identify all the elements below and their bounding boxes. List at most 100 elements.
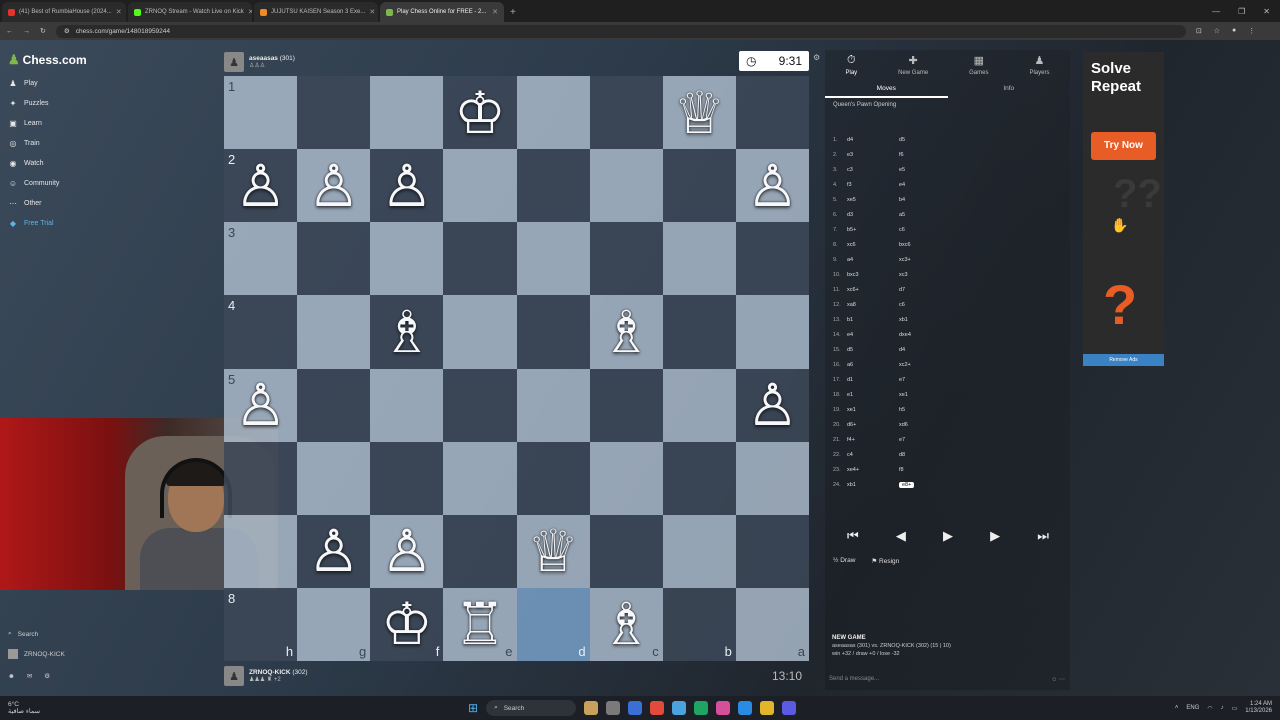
board-square[interactable]	[443, 222, 517, 296]
chess-piece[interactable]: ♙	[235, 376, 287, 434]
board-square[interactable]: d	[516, 587, 590, 661]
chess-piece[interactable]: ♙	[235, 157, 287, 215]
board-square[interactable]: g	[297, 587, 371, 661]
browser-tab[interactable]: JUJUTSU KAISEN Season 3 Exe... ✕	[254, 2, 378, 22]
volume-icon[interactable]: ♪	[1221, 705, 1224, 711]
first-move-icon[interactable]: ⏮	[847, 528, 859, 544]
advertisement[interactable]: Solve Repeat Try Now ?? ✋ ? Remove Ads	[1083, 52, 1164, 366]
white-move[interactable]: xc6	[847, 242, 899, 248]
panel-tab-new-game[interactable]: ✚ New Game	[898, 54, 928, 82]
board-square[interactable]	[516, 441, 590, 515]
resign-button[interactable]: ⚑ Resign	[871, 557, 899, 565]
browser-tab[interactable]: ZRNOQ Stream - Watch Live on Kick ✕	[128, 2, 252, 22]
tab-close-icon[interactable]: ✕	[492, 8, 498, 16]
board-square[interactable]: ♙	[370, 149, 444, 223]
site-info-icon[interactable]: ⚙	[64, 27, 70, 35]
sidebar-item-play[interactable]: ♟ Play	[8, 76, 37, 90]
board-square[interactable]	[224, 514, 298, 588]
white-move[interactable]: xe1	[847, 407, 899, 413]
tab-close-icon[interactable]: ✕	[369, 8, 375, 16]
white-move[interactable]: b1	[847, 317, 899, 323]
chess-piece[interactable]: ♖	[454, 595, 506, 653]
black-move[interactable]: xd6	[899, 422, 959, 428]
sidebar-item-free-trial[interactable]: ◆ Free Trial	[8, 216, 54, 230]
white-move[interactable]: xe4+	[847, 467, 899, 473]
board-square[interactable]	[589, 368, 663, 442]
chess-piece[interactable]: ♗	[381, 303, 433, 361]
board-square[interactable]	[297, 441, 371, 515]
panel-tab-play[interactable]: ⏱ Play	[845, 54, 857, 82]
taskbar-clock[interactable]: 1:24 AM 1/13/2026	[1245, 701, 1272, 715]
tray-chevron-icon[interactable]: ˄	[1175, 705, 1179, 711]
board-square[interactable]	[297, 368, 371, 442]
taskbar-app-icon[interactable]	[738, 701, 753, 715]
black-move[interactable]: f8	[899, 467, 959, 473]
white-move[interactable]: e4	[847, 332, 899, 338]
black-move[interactable]: d7	[899, 287, 959, 293]
board-square[interactable]	[735, 514, 809, 588]
black-move[interactable]: xc3+	[899, 257, 959, 263]
board-square[interactable]	[370, 76, 444, 150]
chess-piece[interactable]: ♙	[746, 376, 798, 434]
board-square[interactable]	[589, 222, 663, 296]
board-square[interactable]: c ♗	[589, 587, 663, 661]
chess-piece[interactable]: ♗	[600, 595, 652, 653]
chess-piece[interactable]: ♕	[527, 522, 579, 580]
black-move[interactable]: xe1	[899, 392, 959, 398]
board-square[interactable]: f ♔	[370, 587, 444, 661]
chess-piece[interactable]: ♙	[308, 157, 360, 215]
black-move[interactable]: c6	[899, 227, 959, 233]
tab-close-icon[interactable]: ✕	[116, 8, 122, 16]
chess-piece[interactable]: ♔	[454, 84, 506, 142]
sidebar-item-watch[interactable]: ◉ Watch	[8, 156, 44, 170]
board-settings-icon[interactable]: ⚙	[813, 53, 820, 62]
chess-piece[interactable]: ♙	[381, 157, 433, 215]
taskbar-app-icon[interactable]	[628, 701, 643, 715]
board-square[interactable]	[443, 368, 517, 442]
new-tab-button[interactable]: +	[504, 7, 522, 22]
black-move[interactable]: e7	[899, 377, 959, 383]
play-icon[interactable]: ▶	[943, 528, 953, 544]
white-move[interactable]: c4	[847, 452, 899, 458]
bottom-player-avatar[interactable]: ♟	[224, 666, 244, 686]
board-square[interactable]	[516, 76, 590, 150]
chess-board[interactable]: 1 ♔ ♕ 2 ♙ ♙ ♙ ♙ 3 4 ♗ ♗ 5 ♙ ♙ ♙ ♙ ♕ 8 h g f ♔ e ♖ d c ♗ b a	[224, 76, 809, 661]
board-square[interactable]	[370, 222, 444, 296]
black-move[interactable]: xb1	[899, 317, 959, 323]
board-square[interactable]	[370, 368, 444, 442]
board-square[interactable]	[370, 441, 444, 515]
close-window-icon[interactable]: ✕	[1263, 7, 1270, 16]
white-move[interactable]: d4	[847, 137, 899, 143]
black-move[interactable]: e4	[899, 182, 959, 188]
tab-close-icon[interactable]: ✕	[248, 8, 252, 16]
black-move[interactable]: d4	[899, 347, 959, 353]
profile-icon[interactable]: ●	[1232, 27, 1236, 35]
draw-button[interactable]: ½ Draw	[833, 557, 855, 565]
chess-piece[interactable]: ♙	[308, 522, 360, 580]
board-square[interactable]	[297, 76, 371, 150]
white-move[interactable]: bxc3	[847, 272, 899, 278]
board-square[interactable]	[443, 441, 517, 515]
board-square[interactable]	[443, 295, 517, 369]
white-move[interactable]: d5	[847, 347, 899, 353]
black-move[interactable]: a5	[899, 212, 959, 218]
taskbar-app-icon[interactable]	[760, 701, 775, 715]
board-square[interactable]	[662, 441, 736, 515]
tray-lang[interactable]: ENG	[1186, 705, 1199, 711]
black-move[interactable]: xc2+	[899, 362, 959, 368]
black-move[interactable]: bxc6	[899, 242, 959, 248]
board-square[interactable]: ♙	[297, 149, 371, 223]
board-square[interactable]	[297, 222, 371, 296]
black-move[interactable]: e5	[899, 167, 959, 173]
reload-icon[interactable]: ↻	[40, 27, 46, 35]
board-square[interactable]: ♕	[516, 514, 590, 588]
install-icon[interactable]: ⊡	[1196, 27, 1202, 35]
board-square[interactable]	[224, 441, 298, 515]
board-square[interactable]	[516, 222, 590, 296]
bookmark-star-icon[interactable]: ☆	[1214, 27, 1220, 35]
tab-info[interactable]: Info	[948, 82, 1071, 98]
board-square[interactable]	[443, 149, 517, 223]
board-square[interactable]: 4	[224, 295, 298, 369]
bottom-player-name[interactable]: ZRNOQ-KICK	[249, 669, 291, 676]
board-square[interactable]	[735, 441, 809, 515]
